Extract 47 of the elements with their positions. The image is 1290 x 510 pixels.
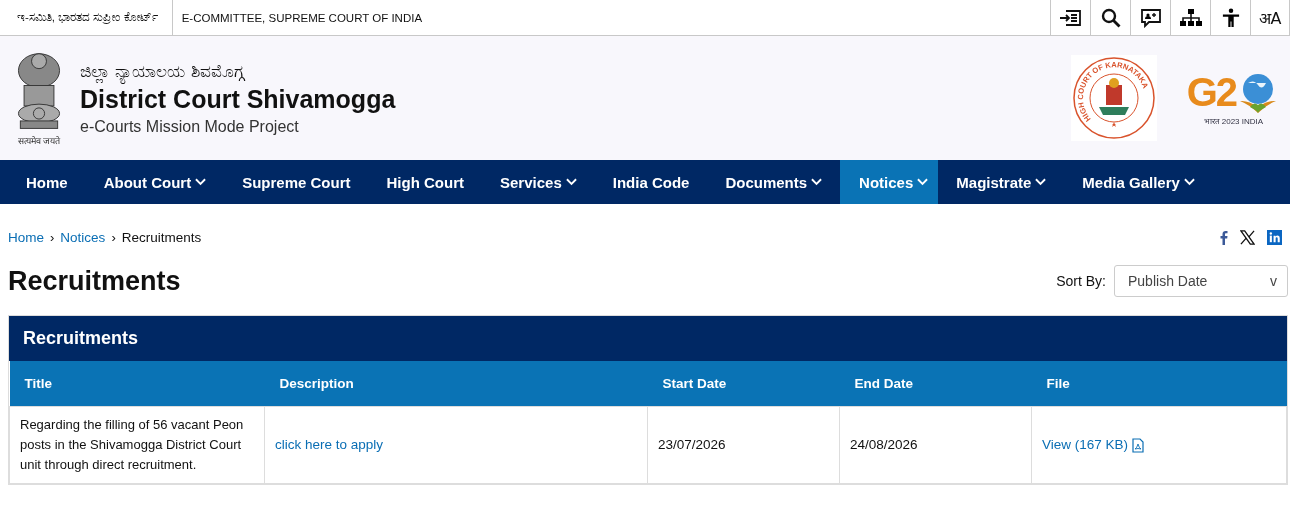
nav-item[interactable]: Home: [8, 160, 86, 204]
g20-caption: भारत 2023 INDIA: [1203, 116, 1264, 126]
column-header: Start Date: [647, 361, 840, 407]
court-name: District Court Shivamogga: [80, 84, 396, 114]
breadcrumb-separator: ›: [50, 230, 55, 245]
nav-item[interactable]: Documents: [707, 160, 841, 204]
linkedin-icon[interactable]: [1267, 230, 1282, 245]
chevron-down-icon: [811, 178, 823, 186]
column-header: Title: [9, 361, 265, 407]
x-icon[interactable]: [1240, 230, 1255, 245]
chevron-down-icon: [195, 178, 207, 186]
nav-item[interactable]: Magistrate: [938, 160, 1065, 204]
language-toggle[interactable]: अA: [1250, 0, 1290, 35]
chevron-down-icon: [917, 178, 929, 186]
column-header: End Date: [839, 361, 1032, 407]
chevron-down-icon: [565, 178, 577, 186]
table-cell: Regarding the filling of 56 vacant Peon posts in the Shivamogga District Court unit through direct recruitment.: [9, 406, 265, 484]
breadcrumb-separator: ›: [111, 230, 116, 245]
nav-item[interactable]: Supreme Court: [224, 160, 369, 204]
chevron-down-icon: [1183, 178, 1195, 186]
nav-item[interactable]: Media Gallery: [1064, 160, 1213, 204]
table-cell: 23/07/2026: [647, 406, 840, 484]
page-title: Recruitments: [8, 265, 181, 297]
chevron-down-icon: [1035, 178, 1047, 186]
nav-item[interactable]: Services: [482, 160, 595, 204]
sort-label: Sort By:: [1056, 273, 1106, 289]
breadcrumb-current: Recruitments: [121, 230, 202, 245]
sort-dropdown[interactable]: Publish Date v: [1114, 265, 1288, 297]
top-bar-title: ಇ-ಸಮಿತಿ, ಭಾರತದ ಸುಪ್ರೀಂ ಕೋರ್ಟ್: [0, 0, 173, 35]
column-header: File: [1031, 361, 1287, 407]
facebook-icon[interactable]: [1220, 230, 1228, 245]
table-heading: Recruitments: [9, 316, 1287, 361]
emblem-motto: सत्यमेव जयते: [17, 134, 61, 147]
table-cell: 24/08/2026: [839, 406, 1032, 484]
view-file-link[interactable]: View (167 KB): [1042, 435, 1145, 455]
nav-item[interactable]: Notices: [840, 160, 939, 204]
top-bar-title: E-COMMITTEE, SUPREME COURT OF INDIA: [180, 11, 423, 24]
nav-item[interactable]: About Court: [85, 160, 225, 204]
apply-link[interactable]: click here to apply: [275, 437, 384, 452]
g20-logo-text: G2: [1186, 70, 1236, 115]
breadcrumb-link[interactable]: Home: [8, 230, 44, 245]
nav-item[interactable]: India Code: [594, 160, 708, 204]
column-header: Description: [264, 361, 648, 407]
breadcrumb-link[interactable]: Notices: [60, 230, 106, 245]
pdf-file-icon: [1132, 437, 1145, 453]
tagline: e-Courts Mission Mode Project: [80, 117, 300, 136]
nav-item[interactable]: High Court: [368, 160, 482, 204]
